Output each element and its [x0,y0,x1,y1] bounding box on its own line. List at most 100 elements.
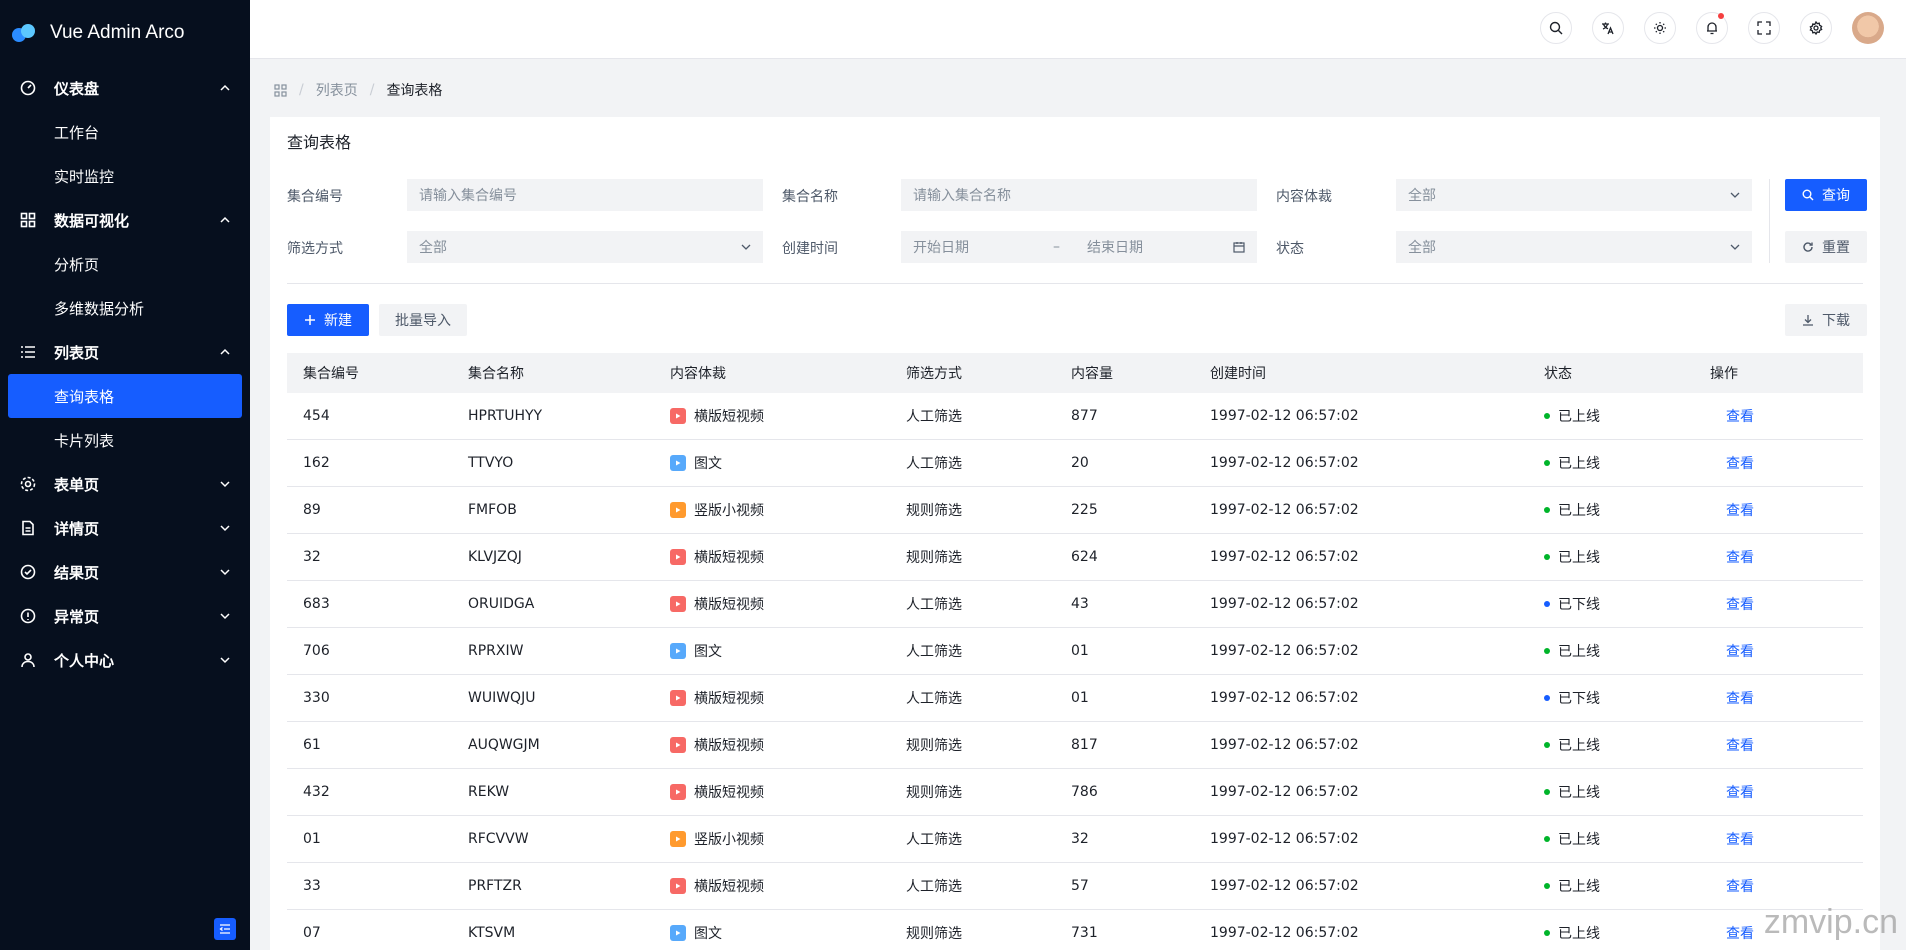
arco-logo-icon [12,24,38,42]
status-select[interactable]: 全部 [1396,231,1752,263]
view-link[interactable]: 查看 [1726,406,1754,426]
view-link[interactable]: 查看 [1726,641,1754,661]
menu-multi-dimension[interactable]: 多维数据分析 [8,286,242,330]
table-row: 61 AUQWGJM 横版短视频 规则筛选 817 1997-02-12 06:57:02… [287,722,1863,769]
section-divider [287,283,1863,284]
set-id-input[interactable]: 请输入集合编号 [407,179,763,211]
date-range-picker[interactable]: 开始日期 – 结束日期 [901,231,1257,263]
data-table: 集合编号 集合名称 内容体裁 筛选方式 内容量 创建时间 状态 操作 454 HP… [287,353,1863,950]
cell-id: 01 [303,831,321,847]
language-button[interactable] [1592,12,1624,44]
menu-form[interactable]: 表单页 [0,462,250,506]
cell-id: 07 [303,925,321,941]
search-button[interactable]: 查询 [1785,179,1867,211]
menu-list[interactable]: 列表页 [0,330,250,374]
menu-user[interactable]: 个人中心 [0,638,250,682]
video-icon [670,784,686,800]
cell-created: 1997-02-12 06:57:02 [1210,549,1359,565]
view-link[interactable]: 查看 [1726,547,1754,567]
status-text: 已下线 [1558,597,1600,613]
cell-content-type: 横版短视频 [654,782,890,802]
theme-toggle-button[interactable] [1644,12,1676,44]
cell-created: 1997-02-12 06:57:02 [1210,643,1359,659]
column-header[interactable]: 创建时间 [1194,363,1528,383]
menu-analysis[interactable]: 分析页 [8,242,242,286]
content-type-text: 竖版小视频 [694,832,764,848]
cell-content-type: 竖版小视频 [654,829,890,849]
breadcrumb-list[interactable]: 列表页 [316,80,358,100]
column-header[interactable]: 内容量 [1055,363,1194,383]
view-link[interactable]: 查看 [1726,782,1754,802]
chevron-up-icon [220,347,230,357]
search-icon [1802,189,1814,201]
view-link[interactable]: 查看 [1726,923,1754,943]
view-link[interactable]: 查看 [1726,594,1754,614]
cell-count: 32 [1071,831,1089,847]
menu-search-table[interactable]: 查询表格 [8,374,242,418]
set-name-input[interactable]: 请输入集合名称 [901,179,1257,211]
column-header[interactable]: 内容体裁 [654,363,890,383]
menu-dashboard-label: 仪表盘 [54,79,100,98]
view-link[interactable]: 查看 [1726,688,1754,708]
cell-action: 查看 [1694,829,1863,849]
view-link[interactable]: 查看 [1726,829,1754,849]
set-name-label: 集合名称 [782,189,838,205]
menu-exception[interactable]: 异常页 [0,594,250,638]
cell-name: TTVYO [468,455,514,471]
column-header[interactable]: 集合名称 [452,363,654,383]
column-header[interactable]: 集合编号 [287,363,452,383]
status-text: 已上线 [1558,785,1600,801]
menu-result[interactable]: 结果页 [0,550,250,594]
gear-icon [20,476,36,492]
content-type-text: 横版短视频 [694,409,764,425]
search-button[interactable] [1540,12,1572,44]
menu-visualization[interactable]: 数据可视化 [0,198,250,242]
new-button[interactable]: 新建 [287,304,369,336]
cell-id: 61 [303,737,321,753]
cell-filter: 规则筛选 [906,550,962,566]
chevron-up-icon [220,215,230,225]
view-link[interactable]: 查看 [1726,453,1754,473]
check-circle-icon [20,564,36,580]
notification-button[interactable] [1696,12,1728,44]
collapse-sidebar-button[interactable] [214,918,236,940]
status-value: 全部 [1408,240,1436,256]
content-type-text: 横版短视频 [694,738,764,754]
column-header[interactable]: 状态 [1528,363,1694,383]
column-header[interactable]: 筛选方式 [890,363,1055,383]
avatar[interactable] [1852,12,1884,44]
status-dot [1544,789,1550,795]
batch-import-button[interactable]: 批量导入 [379,304,467,336]
image-icon [670,643,686,659]
fullscreen-button[interactable] [1748,12,1780,44]
filter-type-select[interactable]: 全部 [407,231,763,263]
cell-name: ORUIDGA [468,596,535,612]
reset-button-label: 重置 [1822,240,1850,256]
file-icon [20,520,36,536]
menu-card-list[interactable]: 卡片列表 [8,418,242,462]
view-link[interactable]: 查看 [1726,876,1754,896]
cell-status: 已下线 [1528,688,1694,708]
cell-id: 33 [303,878,321,894]
filter-type-label: 筛选方式 [287,241,343,257]
cell-action: 查看 [1694,594,1863,614]
menu-workplace[interactable]: 工作台 [8,110,242,154]
cell-created: 1997-02-12 06:57:02 [1210,455,1359,471]
cell-name: PRFTZR [468,878,522,894]
menu-user-label: 个人中心 [54,651,115,670]
settings-button[interactable] [1800,12,1832,44]
set-id-placeholder: 请输入集合编号 [419,188,517,204]
view-link[interactable]: 查看 [1726,735,1754,755]
view-link[interactable]: 查看 [1726,500,1754,520]
breadcrumb-separator: / [369,82,375,98]
cell-name: AUQWGJM [468,737,540,753]
download-button[interactable]: 下载 [1785,304,1867,336]
cell-filter: 人工筛选 [906,456,962,472]
reset-button[interactable]: 重置 [1785,231,1867,263]
video-icon [670,549,686,565]
content-type-select[interactable]: 全部 [1396,179,1752,211]
menu-dashboard[interactable]: 仪表盘 [0,66,250,110]
short-video-icon [670,831,686,847]
menu-profile[interactable]: 详情页 [0,506,250,550]
menu-monitor[interactable]: 实时监控 [8,154,242,198]
